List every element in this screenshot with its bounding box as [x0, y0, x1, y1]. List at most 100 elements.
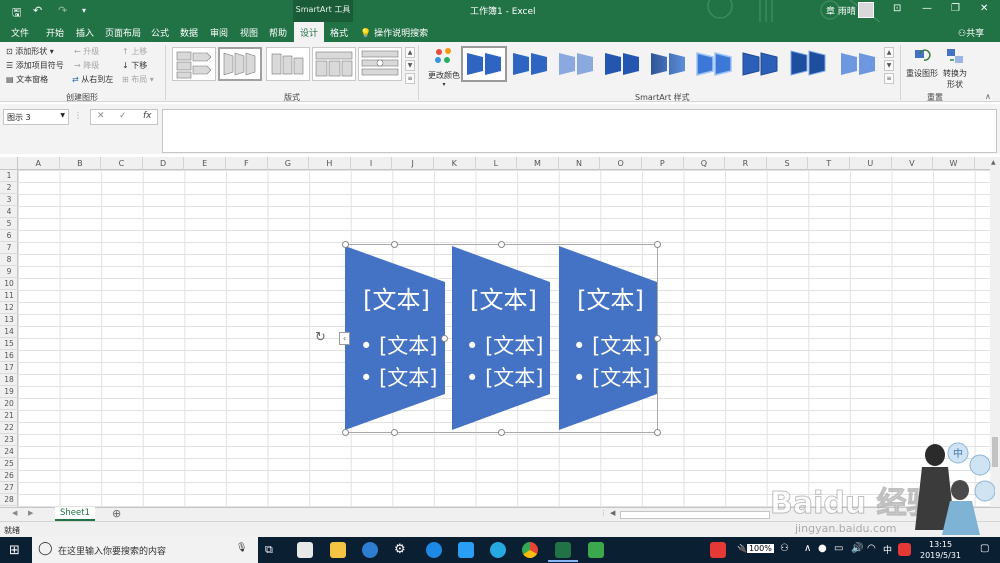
sheet-tab-sheet1[interactable]: Sheet1 [55, 507, 95, 521]
sogou-icon[interactable] [710, 542, 726, 558]
move-up-button[interactable]: ↑ 上移 [122, 46, 147, 57]
redo-icon[interactable]: ↷ [58, 4, 67, 17]
row-header-23[interactable]: 23 [0, 434, 18, 446]
layouts-scroll-down-icon[interactable]: ▼ [405, 60, 415, 71]
add-sheet-icon[interactable]: ⊕ [112, 507, 121, 520]
screen-recorder-icon[interactable] [588, 542, 604, 558]
settings-gear-icon[interactable]: ⚙ [394, 542, 406, 557]
windows-start-icon[interactable]: ⊞ [9, 543, 20, 558]
add-shape-button[interactable]: ⊡ 添加形状 ▾ [6, 46, 54, 57]
resize-handle[interactable] [654, 241, 661, 248]
wifi-icon[interactable]: ◠ [867, 543, 876, 554]
row-header-19[interactable]: 19 [0, 386, 18, 398]
column-header-i[interactable]: I [351, 157, 393, 170]
column-header-k[interactable]: K [434, 157, 476, 170]
resize-handle[interactable] [654, 335, 661, 342]
row-header-1[interactable]: 1 [0, 170, 18, 182]
people-icon[interactable]: ⚇ [780, 543, 789, 554]
column-header-d[interactable]: D [143, 157, 185, 170]
row-header-21[interactable]: 21 [0, 410, 18, 422]
column-header-w[interactable]: W [933, 157, 975, 170]
column-header-c[interactable]: C [101, 157, 143, 170]
column-header-n[interactable]: N [559, 157, 601, 170]
chrome-icon[interactable] [522, 542, 538, 558]
tray-app-icon[interactable]: ● [818, 543, 827, 554]
row-header-22[interactable]: 22 [0, 422, 18, 434]
customize-toolbar-icon[interactable]: ▾ [82, 6, 86, 15]
shape-3-bullet-2[interactable]: • [文本] [573, 362, 650, 392]
scroll-up-icon[interactable]: ▲ [991, 159, 996, 166]
row-header-14[interactable]: 14 [0, 326, 18, 338]
insert-function-icon[interactable]: fx [143, 111, 152, 121]
resize-handle[interactable] [391, 429, 398, 436]
column-header-g[interactable]: G [268, 157, 310, 170]
save-icon[interactable]: 🖫 [12, 4, 21, 23]
avatar[interactable] [858, 2, 874, 18]
layout-option-4[interactable] [312, 47, 356, 81]
resize-handle[interactable] [441, 335, 448, 342]
volume-icon[interactable]: 🔊 [851, 543, 863, 554]
shape-1-bullet-1[interactable]: • [文本] [360, 330, 437, 360]
restore-icon[interactable]: ❐ [951, 3, 960, 14]
edge-icon[interactable] [426, 542, 442, 558]
styles-scroll-up-icon[interactable]: ▲ [884, 47, 894, 58]
tab-review[interactable]: 审阅 [210, 26, 228, 39]
collapse-ribbon-icon[interactable]: ∧ [985, 92, 991, 101]
row-header-5[interactable]: 5 [0, 218, 18, 230]
tab-help[interactable]: 帮助 [269, 26, 287, 39]
row-header-3[interactable]: 3 [0, 194, 18, 206]
styles-more-icon[interactable]: ≡ [884, 73, 894, 84]
shape-1-title[interactable]: [文本] [345, 280, 448, 315]
notification-icon[interactable]: ▢ [980, 543, 989, 554]
column-header-v[interactable]: V [892, 157, 934, 170]
resize-handle[interactable] [498, 429, 505, 436]
resize-handle[interactable] [342, 429, 349, 436]
tab-data[interactable]: 数据 [180, 26, 198, 39]
tray-chevron-icon[interactable]: ∧ [804, 543, 811, 554]
column-header-e[interactable]: E [184, 157, 226, 170]
shape-3-title[interactable]: [文本] [559, 280, 662, 315]
row-header-10[interactable]: 10 [0, 278, 18, 290]
layout-option-1[interactable] [172, 47, 216, 81]
row-header-13[interactable]: 13 [0, 314, 18, 326]
row-header-25[interactable]: 25 [0, 458, 18, 470]
column-header-o[interactable]: O [600, 157, 642, 170]
layout-dropdown[interactable]: ⊞ 布局 ▾ [122, 74, 154, 85]
convert-to-shapes-button[interactable]: 转换为 形状 [940, 46, 970, 90]
row-header-7[interactable]: 7 [0, 242, 18, 254]
column-header-p[interactable]: P [642, 157, 684, 170]
resize-handle[interactable] [498, 241, 505, 248]
row-header-28[interactable]: 28 [0, 494, 18, 506]
column-header-b[interactable]: B [60, 157, 102, 170]
layouts-more-icon[interactable]: ≡ [405, 73, 415, 84]
row-header-6[interactable]: 6 [0, 230, 18, 242]
demote-button[interactable]: → 降级 [74, 60, 99, 71]
scroll-left-icon[interactable]: ◀ [610, 509, 615, 517]
promote-button[interactable]: ← 升级 [74, 46, 99, 57]
row-header-9[interactable]: 9 [0, 266, 18, 278]
tab-file[interactable]: 文件 [11, 26, 29, 39]
text-pane-button[interactable]: ▤ 文本窗格 [6, 74, 48, 85]
row-header-4[interactable]: 4 [0, 206, 18, 218]
row-header-8[interactable]: 8 [0, 254, 18, 266]
column-header-r[interactable]: R [725, 157, 767, 170]
select-all-corner[interactable] [0, 157, 18, 170]
column-header-j[interactable]: J [392, 157, 434, 170]
tell-me-search[interactable]: 💡 操作说明搜索 [360, 26, 428, 39]
row-header-15[interactable]: 15 [0, 338, 18, 350]
smartart-styles-gallery[interactable] [460, 46, 885, 84]
change-colors-button[interactable]: 更改颜色 ▾ [426, 46, 462, 88]
column-header-f[interactable]: F [226, 157, 268, 170]
microphone-icon[interactable]: 🎙 [236, 543, 247, 553]
layout-option-3[interactable] [266, 47, 310, 81]
file-explorer-icon[interactable] [330, 542, 346, 558]
move-down-button[interactable]: ↓ 下移 [122, 60, 147, 71]
add-bullet-button[interactable]: ☰ 添加项目符号 [6, 60, 64, 71]
tab-home[interactable]: 开始 [46, 26, 64, 39]
tab-design[interactable]: 设计 [294, 22, 325, 42]
row-header-11[interactable]: 11 [0, 290, 18, 302]
tab-view[interactable]: 视图 [240, 26, 258, 39]
shape-3-bullet-1[interactable]: • [文本] [573, 330, 650, 360]
column-header-a[interactable]: A [18, 157, 60, 170]
column-header-t[interactable]: T [808, 157, 850, 170]
